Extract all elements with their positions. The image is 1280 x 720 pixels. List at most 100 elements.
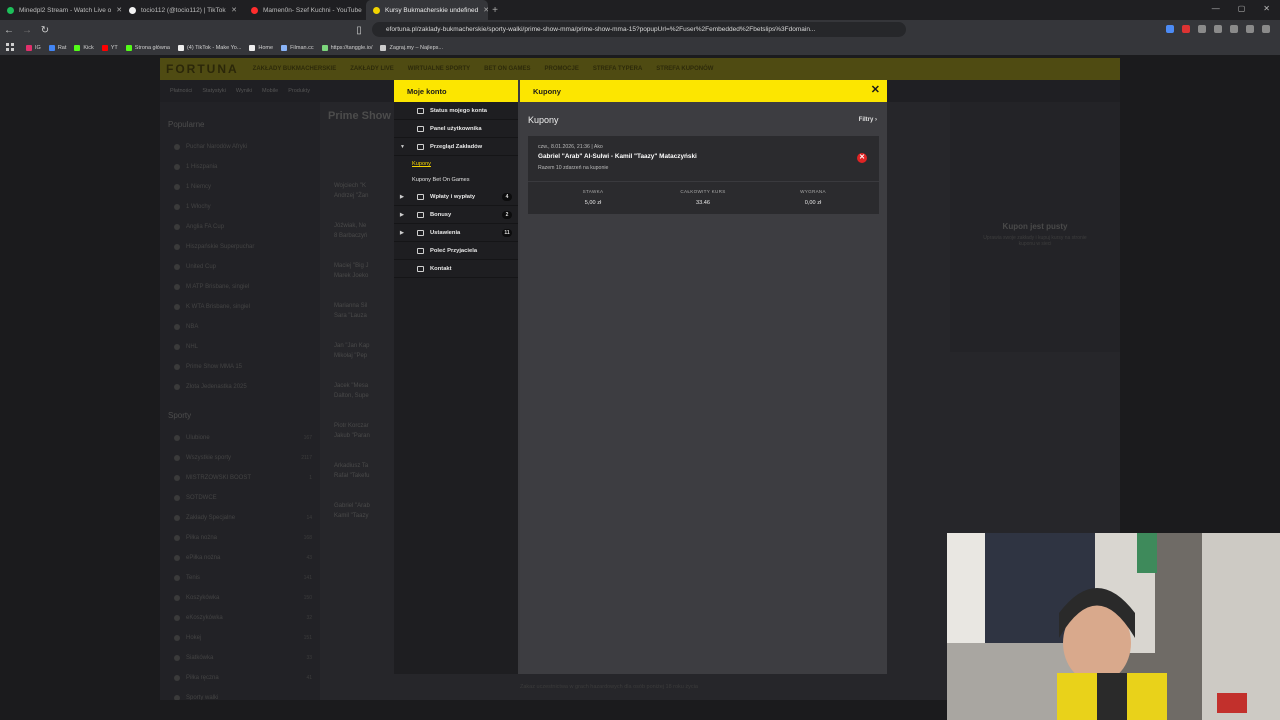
- browser-tab[interactable]: Minedpl2 Stream - Watch Live o ✕: [0, 0, 122, 20]
- popular-item[interactable]: Puchar Narodów Afryki: [168, 137, 312, 157]
- browser-tab[interactable]: tocio112 (@tocio112) | TikTok ✕: [122, 0, 244, 20]
- popular-item[interactable]: Anglia FA Cup: [168, 217, 312, 237]
- extension-icon[interactable]: [1166, 25, 1174, 33]
- menu-item-mail[interactable]: Kontakt: [394, 260, 518, 278]
- tab-close-icon[interactable]: ✕: [231, 6, 237, 14]
- coupon-date: czw., 8.01.2026, 21:36 | Ako: [538, 144, 603, 150]
- bookmark-favicon-icon: [74, 44, 81, 51]
- nav-item[interactable]: ZAKŁADY BUKMACHERSKIE: [253, 66, 337, 72]
- coupon-card[interactable]: czw., 8.01.2026, 21:36 | Ako Gabriel "Ar…: [528, 136, 879, 214]
- sport-item[interactable]: Siatkówka 33: [168, 648, 312, 668]
- nav-item[interactable]: WIRTUALNE SPORTY: [408, 66, 470, 72]
- sport-icon: [174, 535, 180, 541]
- bookmark-item[interactable]: IG: [26, 44, 41, 51]
- sport-item[interactable]: MISTRZOWSKI BOOST 1: [168, 468, 312, 488]
- bookmark-item[interactable]: YT: [101, 44, 118, 51]
- menu-item-friend[interactable]: Poleć Przyjaciela: [394, 242, 518, 260]
- popular-item[interactable]: 1 Hiszpania: [168, 157, 312, 177]
- menu-item-gift[interactable]: ▶ Bonusy 2: [394, 206, 518, 224]
- sport-item[interactable]: Hokej 151: [168, 628, 312, 648]
- extension-icon[interactable]: [1230, 25, 1238, 33]
- sport-item[interactable]: Tenis 141: [168, 568, 312, 588]
- subnav-item[interactable]: Statystyki: [202, 88, 226, 94]
- coupons-panel-title: Kupony: [533, 86, 561, 96]
- submenu-item-kupony[interactable]: Kupony: [394, 156, 518, 172]
- popular-item[interactable]: Hiszpańskie Superpuchar: [168, 237, 312, 257]
- nav-item[interactable]: PROMOCJE: [544, 66, 578, 72]
- subnav-item[interactable]: Płatności: [170, 88, 192, 94]
- window-close-icon[interactable]: ✕: [1263, 4, 1270, 13]
- back-icon[interactable]: ←: [0, 25, 18, 36]
- minimize-icon[interactable]: —: [1212, 4, 1220, 13]
- sport-item[interactable]: Zakłady Specjalne 14: [168, 508, 312, 528]
- popular-item[interactable]: 1 Włochy: [168, 197, 312, 217]
- popular-item[interactable]: 1 Niemcy: [168, 177, 312, 197]
- menu-item-label: Przegląd Zakładów: [430, 143, 483, 150]
- sport-item[interactable]: Ulubione 167: [168, 428, 312, 448]
- bookmark-item[interactable]: Home: [249, 44, 273, 51]
- bookmark-item[interactable]: Filman.cc: [281, 44, 314, 51]
- popular-item[interactable]: Prime Show MMA 15: [168, 357, 312, 377]
- odds-stat: CAŁKOWITY KURS 33.46: [648, 189, 758, 206]
- menu-item-document[interactable]: ▼ Przegląd Zakładów: [394, 138, 518, 156]
- address-bar[interactable]: efortuna.pl/zaklady-bukmacherskie/sporty…: [372, 22, 906, 37]
- popular-item[interactable]: NBA: [168, 317, 312, 337]
- apps-icon[interactable]: [6, 43, 14, 51]
- menu-item-info[interactable]: Status mojego konta: [394, 102, 518, 120]
- extension-icon[interactable]: [1198, 25, 1206, 33]
- sport-item[interactable]: Piłka nożna 168: [168, 528, 312, 548]
- nav-item[interactable]: ZAKŁADY LIVE: [350, 66, 394, 72]
- sport-item[interactable]: SOTDWCE: [168, 488, 312, 508]
- browser-tab[interactable]: Mamen0n- Szef Kuchni - YouTube✕: [244, 0, 366, 20]
- close-icon[interactable]: ✕: [871, 85, 880, 96]
- subnav-item[interactable]: Produkty: [288, 88, 310, 94]
- menu-icon[interactable]: [1262, 25, 1270, 33]
- url-text: efortuna.pl/zaklady-bukmacherskie/sporty…: [386, 26, 816, 33]
- popular-item[interactable]: NHL: [168, 337, 312, 357]
- nav-item[interactable]: BET ON GAMES: [484, 66, 530, 72]
- document-icon: [417, 143, 424, 150]
- popular-item[interactable]: M ATP Brisbane, singiel: [168, 277, 312, 297]
- extension-icon[interactable]: [1246, 25, 1254, 33]
- submenu-item-kupony-bog[interactable]: Kupony Bet On Games: [394, 172, 518, 188]
- sport-item[interactable]: Sporty walki: [168, 688, 312, 700]
- sport-item[interactable]: Koszykówka 150: [168, 588, 312, 608]
- popular-item[interactable]: K WTA Brisbane, singiel: [168, 297, 312, 317]
- menu-item-wallet[interactable]: ▶ Wpłaty i wypłaty 4: [394, 188, 518, 206]
- maximize-icon[interactable]: ▢: [1238, 4, 1246, 13]
- bookmark-item[interactable]: Zagraj.my – Najleps...: [380, 44, 443, 51]
- nav-item[interactable]: STREFA KUPONÓW: [656, 66, 713, 72]
- bookmark-item[interactable]: (4) TikTok - Make Yo...: [177, 44, 241, 51]
- sport-icon: [174, 595, 180, 601]
- tab-close-icon[interactable]: ✕: [483, 6, 488, 14]
- chevron-down-icon: ▼: [400, 143, 405, 150]
- sport-item[interactable]: eKoszykówka 32: [168, 608, 312, 628]
- reload-icon[interactable]: ↻: [36, 25, 54, 36]
- subnav-item[interactable]: Mobile: [262, 88, 278, 94]
- bookmark-item[interactable]: Strona główna: [125, 44, 170, 51]
- new-tab-icon[interactable]: +: [488, 5, 502, 16]
- sport-item[interactable]: Piłka ręczna 41: [168, 668, 312, 688]
- extension-icon[interactable]: [1214, 25, 1222, 33]
- nav-item[interactable]: STREFA TYPERA: [593, 66, 642, 72]
- empty-coupon-subtitle: Uprawia swoje zakłady i kupuj kursy na s…: [983, 235, 1087, 247]
- forward-icon[interactable]: →: [18, 25, 36, 36]
- bookmark-item[interactable]: Kick: [74, 44, 94, 51]
- popular-item[interactable]: Złota Jedenastka 2025: [168, 377, 312, 397]
- menu-item-panel[interactable]: Panel użytkownika: [394, 120, 518, 138]
- bookmark-item[interactable]: Rat: [48, 44, 66, 51]
- bookmark-icon[interactable]: ▯: [350, 25, 368, 36]
- filter-button[interactable]: Filtry ›: [859, 117, 877, 123]
- bookmark-item[interactable]: https://tanggle.io/: [321, 44, 372, 51]
- subnav-item[interactable]: Wyniki: [236, 88, 252, 94]
- popular-item[interactable]: United Cup: [168, 257, 312, 277]
- bookmark-favicon-icon: [281, 44, 288, 51]
- sport-item[interactable]: ePiłka nożna 43: [168, 548, 312, 568]
- menu-item-settings[interactable]: ▶ Ustawienia 11: [394, 224, 518, 242]
- extension-icon[interactable]: [1182, 25, 1190, 33]
- settings-icon: [417, 229, 424, 236]
- browser-tab-active[interactable]: Kursy Bukmacherskie undefined ✕: [366, 0, 488, 20]
- wallet-icon: [417, 193, 424, 200]
- fighter-name: Jakub "Paran: [334, 433, 370, 439]
- sport-item[interactable]: Wszystkie sporty 2117: [168, 448, 312, 468]
